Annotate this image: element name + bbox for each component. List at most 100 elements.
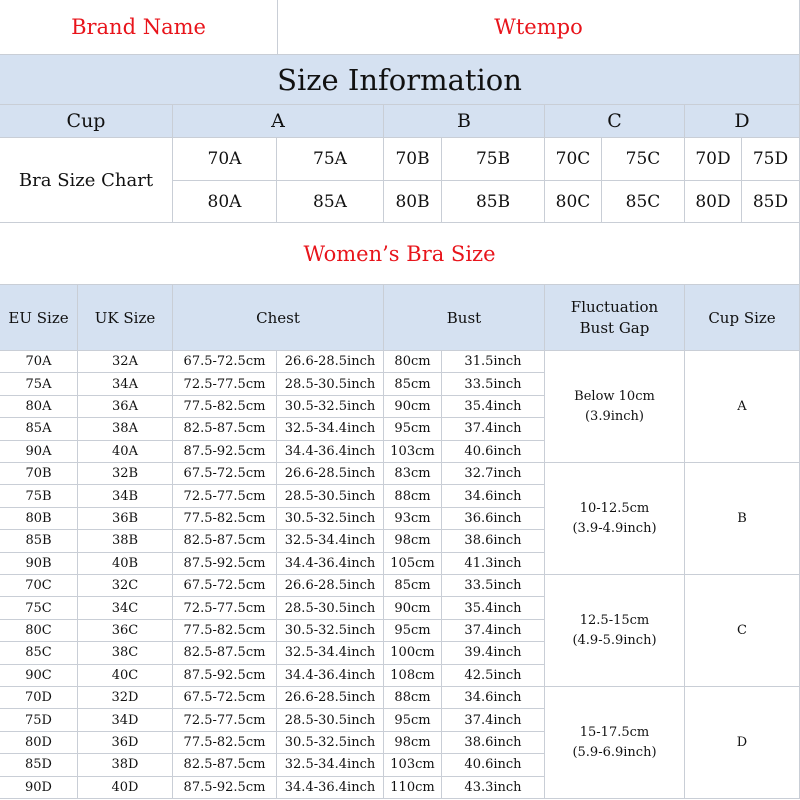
fluctuation-gap-cm: 15-17.5cm	[579, 724, 650, 740]
table-cell: 87.5-92.5cm	[173, 440, 277, 463]
bra-size-chart-label: Bra Size Chart	[0, 138, 173, 223]
fluctuation-gap-cell: 15-17.5cm (5.9-6.9inch)	[545, 687, 685, 799]
table-cell: 70B	[0, 463, 78, 486]
table-cell: 72.5-77.5cm	[173, 485, 277, 508]
table-cell: 72.5-77.5cm	[173, 709, 277, 732]
table-cell: 38A	[78, 418, 173, 441]
table-cell: 90cm	[384, 597, 442, 620]
table-cell: 26.6-28.5inch	[277, 687, 384, 710]
bra-chart-row1-cell: 75B	[442, 138, 545, 181]
table-cell: 90B	[0, 552, 78, 575]
fluctuation-gap-inch: (5.9-6.9inch)	[572, 744, 657, 760]
table-cell: 28.5-30.5inch	[277, 597, 384, 620]
table-cell: 75D	[0, 709, 78, 732]
cup-label: Cup	[0, 105, 173, 138]
table-cell: 82.5-87.5cm	[173, 754, 277, 777]
table-cell: 36B	[78, 507, 173, 531]
header-eu-size: EU Size	[0, 285, 78, 351]
table-cell: 34.4-36.4inch	[277, 664, 384, 687]
table-cell: 110cm	[384, 776, 442, 799]
table-cell: 34.4-36.4inch	[277, 552, 384, 575]
table-cell: 34C	[78, 597, 173, 620]
fluctuation-gap-inch: (4.9-5.9inch)	[572, 632, 657, 648]
bra-chart-row1-cell: 75D	[742, 138, 800, 181]
bra-chart-row1-cell: 70A	[173, 138, 277, 181]
table-cell: 80C	[0, 619, 78, 643]
table-cell: 77.5-82.5cm	[173, 731, 277, 755]
table-cell: 32.5-34.4inch	[277, 642, 384, 665]
table-cell: 80B	[0, 507, 78, 531]
table-cell: 70C	[0, 575, 78, 598]
table-cell: 26.6-28.5inch	[277, 463, 384, 486]
fluctuation-gap-cm: Below 10cm	[574, 388, 655, 404]
table-cell: 80D	[0, 731, 78, 755]
cup-size-cell: D	[685, 687, 800, 799]
table-cell: 75B	[0, 485, 78, 508]
table-cell: 40.6inch	[442, 440, 545, 463]
bra-chart-row1-cell: 75A	[277, 138, 384, 181]
header-bust: Bust	[384, 285, 545, 351]
table-cell: 36D	[78, 731, 173, 755]
table-cell: 85D	[0, 754, 78, 777]
table-cell: 32.5-34.4inch	[277, 418, 384, 441]
table-cell: 28.5-30.5inch	[277, 709, 384, 732]
bra-chart-row1-cell: 75C	[602, 138, 685, 181]
table-cell: 36.6inch	[442, 507, 545, 531]
table-cell: 37.4inch	[442, 418, 545, 441]
table-cell: 38B	[78, 530, 173, 553]
table-cell: 28.5-30.5inch	[277, 373, 384, 396]
fluctuation-gap-cm: 12.5-15cm	[579, 612, 650, 628]
fluctuation-gap-cm: 10-12.5cm	[579, 500, 650, 516]
fluctuation-gap-cell: 12.5-15cm (4.9-5.9inch)	[545, 575, 685, 687]
header-cup-size: Cup Size	[685, 285, 800, 351]
bra-chart-row2-cell: 85C	[602, 181, 685, 223]
table-cell: 38D	[78, 754, 173, 777]
table-cell: 30.5-32.5inch	[277, 395, 384, 419]
table-cell: 85C	[0, 642, 78, 665]
bra-chart-row2-cell: 80C	[545, 181, 602, 223]
bra-chart-row2-cell: 85D	[742, 181, 800, 223]
table-cell: 36A	[78, 395, 173, 419]
womens-bra-size-title: Women’s Bra Size	[0, 223, 800, 285]
cup-a: A	[173, 105, 384, 138]
table-cell: 85B	[0, 530, 78, 553]
table-cell: 36C	[78, 619, 173, 643]
bra-chart-row2-cell: 80D	[685, 181, 742, 223]
table-cell: 90cm	[384, 395, 442, 419]
fluctuation-gap-inch: (3.9inch)	[584, 408, 644, 424]
cup-size-cell: A	[685, 351, 800, 463]
table-cell: 34.4-36.4inch	[277, 776, 384, 799]
table-cell: 103cm	[384, 754, 442, 777]
header-chest: Chest	[173, 285, 384, 351]
header-uk-size: UK Size	[78, 285, 173, 351]
table-cell: 34A	[78, 373, 173, 396]
table-cell: 35.4inch	[442, 597, 545, 620]
bra-chart-row1-cell: 70C	[545, 138, 602, 181]
fluctuation-gap-cell: Below 10cm (3.9inch)	[545, 351, 685, 463]
table-cell: 40A	[78, 440, 173, 463]
table-cell: 70A	[0, 351, 78, 374]
table-cell: 35.4inch	[442, 395, 545, 419]
table-cell: 31.5inch	[442, 351, 545, 374]
table-cell: 105cm	[384, 552, 442, 575]
fluctuation-gap-cell: 10-12.5cm (3.9-4.9inch)	[545, 463, 685, 575]
table-cell: 75C	[0, 597, 78, 620]
table-cell: 67.5-72.5cm	[173, 351, 277, 374]
table-cell: 82.5-87.5cm	[173, 642, 277, 665]
table-cell: 95cm	[384, 418, 442, 441]
table-cell: 72.5-77.5cm	[173, 373, 277, 396]
table-cell: 34D	[78, 709, 173, 732]
table-cell: 32C	[78, 575, 173, 598]
table-cell: 34.6inch	[442, 485, 545, 508]
table-cell: 75A	[0, 373, 78, 396]
bra-chart-row1-cell: 70B	[384, 138, 442, 181]
table-cell: 42.5inch	[442, 664, 545, 687]
cup-d: D	[685, 105, 800, 138]
table-cell: 40B	[78, 552, 173, 575]
table-cell: 93cm	[384, 507, 442, 531]
table-cell: 88cm	[384, 485, 442, 508]
table-cell: 33.5inch	[442, 373, 545, 396]
table-cell: 34.6inch	[442, 687, 545, 710]
bra-chart-row1-cell: 70D	[685, 138, 742, 181]
table-cell: 85cm	[384, 575, 442, 598]
